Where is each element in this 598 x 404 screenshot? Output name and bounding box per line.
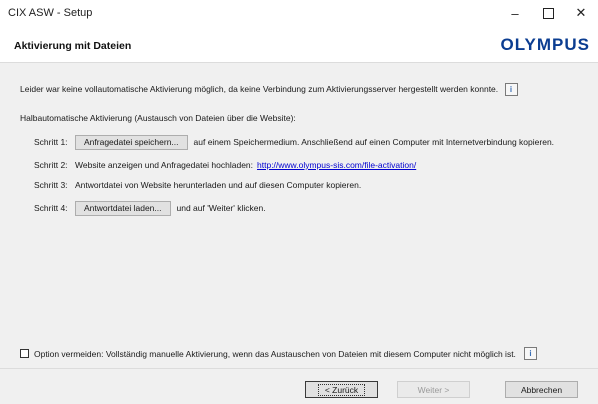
step-3-text: Antwortdatei von Website herunterladen u… <box>75 180 362 190</box>
load-response-file-button[interactable]: Antwortdatei laden... <box>75 200 171 216</box>
step-4: Schritt 4: Antwortdatei laden... und auf… <box>34 199 266 217</box>
close-icon: ✕ <box>575 5 587 20</box>
save-request-file-button[interactable]: Anfragedatei speichern... <box>75 134 188 150</box>
page-title: Aktivierung mit Dateien <box>14 40 132 52</box>
content-panel: Leider war keine vollautomatische Aktivi… <box>0 63 598 368</box>
step-3-label: Schritt 3: <box>34 180 68 190</box>
title-bar: CIX ASW - Setup – ✕ <box>0 0 598 28</box>
step-1-text: auf einem Speichermedium. Anschließend a… <box>193 137 555 147</box>
cancel-button[interactable]: Abbrechen <box>505 381 578 398</box>
step-1: Schritt 1: Anfragedatei speichern... auf… <box>34 133 554 151</box>
maximize-icon <box>542 7 554 19</box>
minimize-icon: – <box>511 5 519 21</box>
step-4-label: Schritt 4: <box>34 203 68 213</box>
avoid-option-checkbox[interactable] <box>20 349 29 358</box>
intro-line: Leider war keine vollautomatische Aktivi… <box>20 83 518 96</box>
step-2-text: Website anzeigen und Anfragedatei hochla… <box>75 160 254 170</box>
back-button-label: < Zurück <box>317 383 366 396</box>
step-4-text: und auf 'Weiter' klicken. <box>176 203 266 213</box>
activation-website-link[interactable]: http://www.olympus-sis.com/file-activati… <box>257 160 416 170</box>
avoid-option-label[interactable]: Option vermeiden: Vollständig manuelle A… <box>34 349 516 359</box>
section-title: Halbautomatische Aktivierung (Austausch … <box>20 113 296 123</box>
wizard-header: Aktivierung mit Dateien OLYMPUS <box>0 28 598 61</box>
save-request-file-label: Anfragedatei speichern... <box>84 137 179 147</box>
next-button-label: Weiter > <box>417 384 450 395</box>
next-button[interactable]: Weiter > <box>397 381 470 398</box>
avoid-option-row: Option vermeiden: Vollständig manuelle A… <box>20 347 537 360</box>
button-bar: < Zurück Weiter > Abbrechen <box>0 368 598 404</box>
cancel-button-label: Abbrechen <box>520 384 563 395</box>
step-3: Schritt 3: Antwortdatei von Website heru… <box>34 176 361 194</box>
info-icon[interactable]: i <box>504 83 518 96</box>
load-response-file-label: Antwortdatei laden... <box>84 203 162 213</box>
close-button[interactable]: ✕ <box>566 0 596 26</box>
intro-text: Leider war keine vollautomatische Aktivi… <box>20 83 499 94</box>
back-button[interactable]: < Zurück <box>305 381 378 398</box>
maximize-button[interactable] <box>533 0 563 26</box>
step-2-label: Schritt 2: <box>34 160 68 170</box>
step-2: Schritt 2: Website anzeigen und Anfraged… <box>34 156 416 174</box>
step-1-label: Schritt 1: <box>34 137 68 147</box>
olympus-logo: OLYMPUS <box>500 35 590 54</box>
option-info-icon[interactable]: i <box>523 347 537 360</box>
window-title: CIX ASW - Setup <box>8 7 93 19</box>
minimize-button[interactable]: – <box>500 0 530 26</box>
